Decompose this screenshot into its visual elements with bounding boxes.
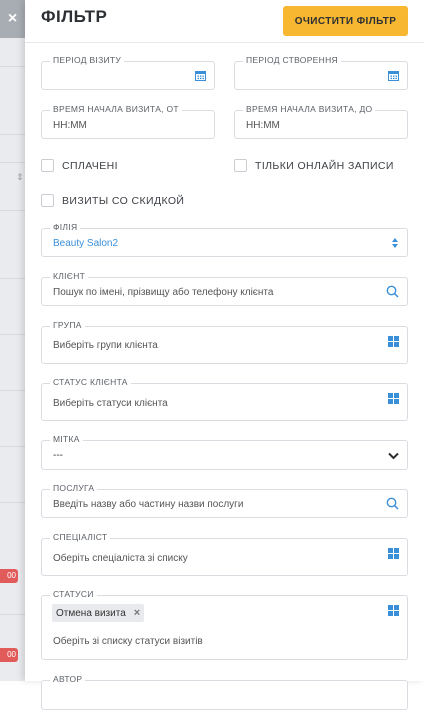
divider: [0, 66, 25, 67]
grid-icon[interactable]: [388, 336, 399, 347]
grid-icon[interactable]: [388, 393, 399, 404]
page-title: ФІЛЬТР: [41, 7, 108, 26]
time-to-field[interactable]: ВРЕМЯ НАЧАЛА ВИЗИТА, ДО HH:MM: [234, 104, 408, 139]
search-icon[interactable]: [386, 497, 399, 510]
time-from-field[interactable]: ВРЕМЯ НАЧАЛА ВИЗИТА, ОТ HH:MM: [41, 104, 215, 139]
client-group-field[interactable]: ГРУПА Виберіть групи клієнта: [41, 320, 408, 364]
grid-icon[interactable]: [388, 605, 399, 616]
status-badge: 00: [0, 648, 18, 662]
chevron-down-icon[interactable]: [388, 452, 399, 460]
divider: [0, 390, 25, 391]
field-label: СТАТУС КЛІЄНТА: [50, 377, 131, 387]
divider: [0, 162, 25, 163]
tag-select[interactable]: МІТКА ---: [41, 434, 408, 470]
creation-period-field[interactable]: ПЕРІОД СТВОРЕННЯ: [234, 55, 408, 90]
field-label: ГРУПА: [50, 320, 85, 330]
select-arrows-icon[interactable]: [391, 237, 399, 249]
field-label: СТАТУСИ: [50, 589, 97, 599]
specialist-placeholder: Оберіть спеціаліста зі списку: [53, 553, 188, 564]
background-list-strip: × ⇕ 00 00: [0, 0, 25, 681]
sort-icon[interactable]: ⇕: [16, 172, 24, 183]
clear-filter-button[interactable]: ОЧИСТИТИ ФІЛЬТР: [283, 6, 408, 36]
online-only-checkbox-label[interactable]: ТІЛЬКИ ОНЛАЙН ЗАПИСИ: [255, 160, 394, 172]
field-label: ФІЛІЯ: [50, 222, 81, 232]
divider: [25, 42, 424, 43]
service-placeholder: Введіть назву або частину назви послуги: [53, 499, 244, 510]
divider: [0, 502, 25, 503]
client-status-field[interactable]: СТАТУС КЛІЄНТА Виберіть статуси клієнта: [41, 377, 408, 421]
calendar-icon[interactable]: [195, 70, 206, 81]
paid-checkbox-label[interactable]: СПЛАЧЕНІ: [62, 160, 118, 172]
service-search-field[interactable]: ПОСЛУГА Введіть назву або частину назви …: [41, 483, 408, 518]
status-chip: Отмена визита ×: [52, 604, 145, 622]
field-label: СПЕЦІАЛІСТ: [50, 532, 111, 542]
chip-remove-icon[interactable]: ×: [134, 607, 140, 619]
divider: [0, 210, 25, 211]
field-label: МІТКА: [50, 434, 83, 444]
divider: [0, 334, 25, 335]
divider: [0, 614, 25, 615]
close-icon[interactable]: ×: [0, 0, 25, 38]
status-badge: 00: [0, 569, 18, 583]
field-label: ПЕРІОД СТВОРЕННЯ: [243, 55, 341, 65]
field-label: ВРЕМЯ НАЧАЛА ВИЗИТА, ОТ: [50, 104, 182, 114]
visit-period-field[interactable]: ПЕРІОД ВІЗИТУ: [41, 55, 215, 90]
group-placeholder: Виберіть групи клієнта: [53, 340, 158, 351]
online-only-checkbox[interactable]: [234, 159, 247, 172]
divider: [0, 446, 25, 447]
branch-select[interactable]: ФІЛІЯ Beauty Salon2: [41, 222, 408, 257]
author-field[interactable]: АВТОР: [41, 674, 408, 710]
visit-statuses-field[interactable]: СТАТУСИ Отмена визита × Оберіть зі списку…: [41, 589, 408, 660]
divider: [0, 278, 25, 279]
filter-panel: ФІЛЬТР ОЧИСТИТИ ФІЛЬТР ПЕРІОД ВІЗИТУ ПЕР…: [25, 0, 424, 710]
status-chip-label: Отмена визита: [56, 608, 126, 619]
search-icon[interactable]: [386, 285, 399, 298]
paid-checkbox[interactable]: [41, 159, 54, 172]
field-label: КЛІЄНТ: [50, 271, 89, 281]
divider: [0, 134, 25, 135]
client-search-field[interactable]: КЛІЄНТ Пошук по імені, прізвищу або теле…: [41, 271, 408, 306]
calendar-icon[interactable]: [388, 70, 399, 81]
time-from-placeholder: HH:MM: [53, 120, 87, 131]
branch-value: Beauty Salon2: [53, 238, 119, 249]
field-label: ПОСЛУГА: [50, 483, 98, 493]
field-label: ПЕРІОД ВІЗИТУ: [50, 55, 125, 65]
discount-checkbox-label[interactable]: ВИЗИТЫ СО СКИДКОЙ: [62, 195, 184, 207]
specialist-field[interactable]: СПЕЦІАЛІСТ Оберіть спеціаліста зі списку: [41, 532, 408, 576]
discount-checkbox[interactable]: [41, 194, 54, 207]
client-placeholder: Пошук по імені, прізвищу або телефону кл…: [53, 287, 274, 298]
tag-value: ---: [53, 450, 63, 461]
grid-icon[interactable]: [388, 548, 399, 559]
panel-header: ФІЛЬТР ОЧИСТИТИ ФІЛЬТР: [25, 0, 424, 42]
time-to-placeholder: HH:MM: [246, 120, 280, 131]
statuses-placeholder: Оберіть зі списку статуси візитів: [53, 636, 203, 647]
field-label: АВТОР: [50, 674, 86, 684]
client-status-placeholder: Виберіть статуси клієнта: [53, 398, 168, 409]
field-label: ВРЕМЯ НАЧАЛА ВИЗИТА, ДО: [243, 104, 376, 114]
